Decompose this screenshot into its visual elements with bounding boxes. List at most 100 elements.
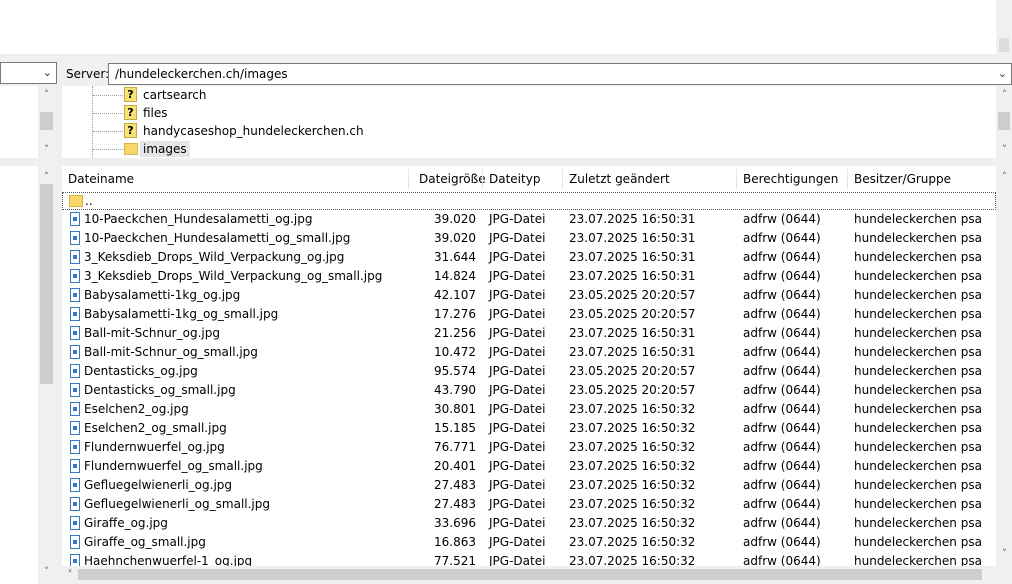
scrollbar-thumb[interactable] [78, 569, 982, 580]
file-permissions: adfrw (0644) [743, 250, 821, 264]
remote-file-list[interactable]: Dateiname Dateigröße ˄ Dateityp Zuletzt … [62, 166, 996, 566]
file-permissions: adfrw (0644) [743, 497, 821, 511]
scroll-up-icon[interactable]: ˄ [38, 168, 55, 185]
image-file-icon [70, 326, 80, 340]
tree-item[interactable]: ? handycaseshop_hundeleckerchen.ch [62, 122, 364, 140]
divider[interactable] [0, 54, 1012, 62]
table-row[interactable]: Ball-mit-Schnur_og.jpg 21.256 JPG-Datei 23.… [62, 324, 996, 343]
table-row[interactable]: 10-Paeckchen_Hundesalametti_og.jpg 39.020… [62, 210, 996, 229]
remote-tree[interactable]: ? cartsearch ? files ? handycaseshop_hun… [62, 86, 996, 158]
scrollbar-thumb[interactable] [999, 38, 1009, 52]
table-row[interactable]: Giraffe_og_small.jpg 16.863 JPG-Datei 23.07… [62, 533, 996, 552]
file-size: 27.483 [434, 478, 476, 492]
table-row[interactable]: Ball-mit-Schnur_og_small.jpg 10.472 JPG-Da… [62, 343, 996, 362]
table-row[interactable]: 3_Keksdieb_Drops_Wild_Verpackung_og.jpg 3… [62, 248, 996, 267]
file-owner: hundeleckerchen psacln [854, 516, 982, 530]
server-path-input[interactable]: /hundeleckerchen.ch/images [115, 67, 288, 81]
divider[interactable] [0, 158, 1012, 166]
table-row[interactable]: Haehnchenwuerfel-1_og.jpg 77.521 JPG-Datei… [62, 552, 996, 566]
message-log-scrollbar[interactable] [996, 0, 1012, 54]
scroll-down-icon[interactable]: ˅ [996, 141, 1012, 158]
file-permissions: adfrw (0644) [743, 326, 821, 340]
file-name: 10-Paeckchen_Hundesalametti_og.jpg [84, 212, 313, 226]
file-name: Gefluegelwienerli_og.jpg [84, 478, 233, 492]
table-row[interactable]: Gefluegelwienerli_og.jpg 27.483 JPG-Datei 2… [62, 476, 996, 495]
file-owner: hundeleckerchen psacln [854, 288, 982, 302]
table-row[interactable]: Giraffe_og.jpg 33.696 JPG-Datei 23.07.2025 … [62, 514, 996, 533]
column-separator[interactable] [408, 169, 409, 189]
column-header-modified[interactable]: Zuletzt geändert [569, 166, 670, 192]
chevron-down-icon[interactable]: ⌄ [43, 66, 52, 79]
table-row[interactable]: Flundernwuerfel_og_small.jpg 20.401 JPG-Da… [62, 457, 996, 476]
file-modified: 23.07.2025 16:50:32 [569, 402, 696, 416]
scroll-down-icon[interactable]: ˅ [996, 545, 1012, 562]
file-size: 27.483 [434, 497, 476, 511]
tree-item[interactable]: ? cartsearch [62, 86, 362, 158]
image-file-icon [70, 383, 80, 397]
file-modified: 23.05.2025 20:20:57 [569, 364, 696, 378]
table-row[interactable]: 3_Keksdieb_Drops_Wild_Verpackung_og_smal… [62, 267, 996, 286]
scroll-down-icon[interactable]: ˅ [38, 141, 55, 158]
file-size: 17.276 [434, 307, 476, 321]
table-row[interactable]: Eselchen2_og.jpg 30.801 JPG-Datei 23.07.202… [62, 400, 996, 419]
file-modified: 23.07.2025 16:50:32 [569, 478, 696, 492]
column-separator[interactable] [847, 169, 848, 189]
tree-line [93, 149, 123, 151]
file-permissions: adfrw (0644) [743, 307, 821, 321]
scrollbar-thumb[interactable] [40, 112, 53, 130]
scroll-up-icon[interactable]: ˄ [996, 86, 1012, 103]
scrollbar-thumb[interactable] [40, 184, 53, 384]
local-path-combo[interactable]: ⌄ [0, 62, 57, 84]
file-name: 3_Keksdieb_Drops_Wild_Verpackung_og_smal… [84, 269, 383, 283]
table-row[interactable]: Babysalametti-1kg_og.jpg 42.107 JPG-Datei 2… [62, 286, 996, 305]
column-header-name[interactable]: Dateiname [68, 166, 134, 192]
local-tree-scrollbar[interactable]: ˄ ˅ [38, 86, 55, 158]
file-permissions: adfrw (0644) [743, 231, 821, 245]
file-modified: 23.07.2025 16:50:31 [569, 250, 696, 264]
column-separator[interactable] [562, 169, 563, 189]
chevron-down-icon[interactable]: ⌄ [998, 67, 1007, 80]
column-header-owner[interactable]: Besitzer/Gruppe [854, 166, 951, 192]
file-permissions: adfrw (0644) [743, 212, 821, 226]
scroll-left-icon[interactable]: ˂ [62, 566, 78, 584]
remote-list-scrollbar[interactable]: ˄ ˅ [996, 166, 1012, 566]
table-row[interactable]: Flundernwuerfel_og.jpg 76.771 JPG-Datei 23.… [62, 438, 996, 457]
file-name: Babysalametti-1kg_og.jpg [84, 288, 241, 302]
tree-item-selected[interactable]: images [62, 140, 362, 158]
file-permissions: adfrw (0644) [743, 478, 821, 492]
image-file-icon [70, 269, 80, 283]
column-header-type[interactable]: Dateityp [489, 166, 540, 192]
image-file-icon [70, 421, 80, 435]
table-row[interactable]: Dentasticks_og.jpg 95.574 JPG-Datei 23.05.2… [62, 362, 996, 381]
scrollbar-thumb[interactable] [998, 112, 1010, 130]
scroll-up-icon[interactable]: ˄ [996, 168, 1012, 185]
remote-list-hscrollbar[interactable]: ˂ [62, 566, 996, 584]
file-name: Ball-mit-Schnur_og_small.jpg [84, 345, 258, 359]
file-name: Eselchen2_og_small.jpg [84, 421, 227, 435]
local-list-scrollbar[interactable]: ˄ ˅ [38, 166, 55, 584]
local-file-list[interactable] [0, 166, 38, 584]
question-folder-icon: ? [124, 123, 137, 138]
parent-dir-row[interactable]: .. [62, 192, 996, 210]
file-modified: 23.07.2025 16:50:31 [569, 212, 696, 226]
column-separator[interactable] [736, 169, 737, 189]
file-owner: hundeleckerchen psacln [854, 269, 982, 283]
column-header-permissions[interactable]: Berechtigungen [743, 166, 838, 192]
column-header-size[interactable]: Dateigröße [419, 166, 486, 192]
question-folder-icon: ? [124, 105, 137, 120]
table-row[interactable]: Dentasticks_og_small.jpg 43.790 JPG-Datei 2… [62, 381, 996, 400]
table-row[interactable]: Babysalametti-1kg_og_small.jpg 17.276 JPG-… [62, 305, 996, 324]
table-row[interactable]: Gefluegelwienerli_og_small.jpg 27.483 JPG-… [62, 495, 996, 514]
column-separator[interactable] [482, 169, 483, 189]
local-tree[interactable] [0, 86, 38, 158]
image-file-icon [70, 478, 80, 492]
scroll-up-icon[interactable]: ˄ [38, 86, 55, 103]
remote-tree-scrollbar[interactable]: ˄ ˅ [996, 86, 1012, 158]
tree-item[interactable]: ? files [62, 104, 362, 122]
table-row[interactable]: 10-Paeckchen_Hundesalametti_og_small.jpg… [62, 229, 996, 248]
scroll-down-icon[interactable]: ˅ [38, 563, 55, 580]
server-path-combo[interactable]: /hundeleckerchen.ch/images ⌄ [108, 63, 1012, 85]
file-permissions: adfrw (0644) [743, 288, 821, 302]
column-header-bar: Dateiname Dateigröße ˄ Dateityp Zuletzt … [62, 166, 996, 192]
table-row[interactable]: Eselchen2_og_small.jpg 15.185 JPG-Datei 23.… [62, 419, 996, 438]
